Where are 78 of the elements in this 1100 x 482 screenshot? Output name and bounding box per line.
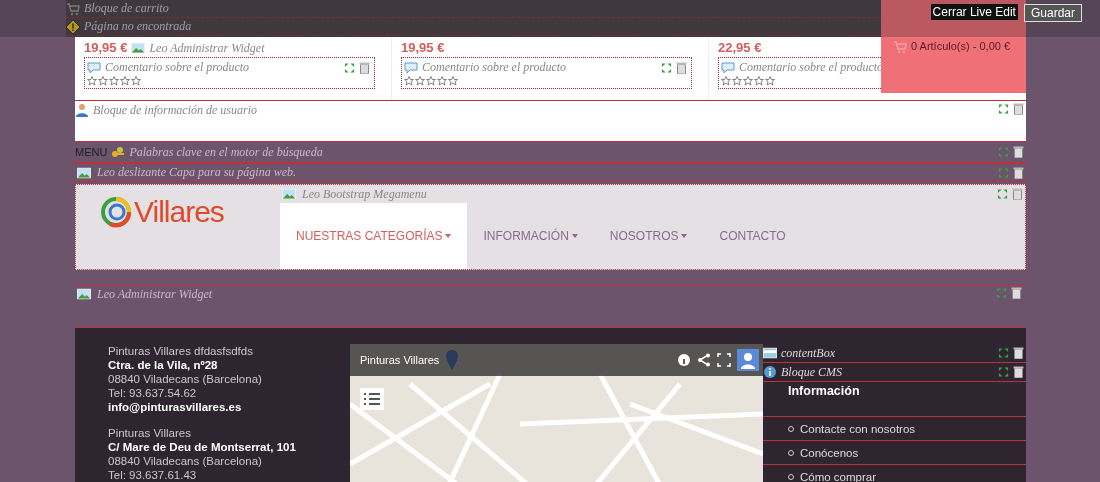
caret-icon	[681, 234, 688, 238]
address-line: 08840 Viladecans (Barcelona)	[108, 454, 263, 468]
trash-icon[interactable]	[1013, 146, 1024, 158]
speech-bubble-icon	[404, 60, 418, 75]
picture-icon	[77, 165, 91, 180]
move-icon[interactable]	[996, 287, 1007, 299]
move-icon[interactable]	[998, 366, 1009, 378]
save-button[interactable]: Guardar	[1023, 4, 1082, 22]
trash-icon[interactable]	[1011, 287, 1022, 299]
info-icon	[763, 365, 777, 379]
product-price: 19,95 €	[401, 40, 445, 55]
cart-icon	[66, 1, 80, 16]
module-label: Comentario sobre el producto	[422, 60, 567, 75]
map-drawing[interactable]: Pinturas Villares	[350, 344, 763, 482]
move-icon[interactable]	[998, 103, 1009, 115]
nav-item[interactable]: NOSOTROS	[593, 203, 704, 269]
footer-link[interactable]: Conócenos	[763, 441, 1026, 465]
info-icon[interactable]	[677, 353, 691, 367]
cart-icon	[893, 40, 907, 54]
module-label: Comentario sobre el producto	[739, 60, 884, 75]
footer-link[interactable]: Contacte con nosotros	[763, 417, 1026, 441]
product-price: 22,95 €	[718, 40, 762, 55]
address-line: Tel: 93.637.61.43	[108, 468, 198, 482]
nav-item[interactable]: CONTACTO	[703, 203, 802, 269]
module-label: Bloque de información de usuario	[93, 103, 257, 118]
module-label: Bloque CMS	[781, 364, 842, 380]
move-icon[interactable]	[998, 146, 1009, 158]
move-icon[interactable]	[998, 347, 1009, 359]
move-icon[interactable]	[998, 166, 1009, 179]
list-button[interactable]	[360, 388, 384, 410]
address-line: C/ Mare de Deu de Montserrat, 101	[108, 440, 297, 454]
caret-icon	[571, 234, 578, 238]
picture-icon	[131, 41, 146, 55]
close-live-edit-button[interactable]: Cerrar Live Edit	[930, 4, 1018, 20]
cart-summary: 0 Artículo(s) - 0,00 €	[911, 40, 1011, 52]
speech-bubble-icon	[87, 60, 101, 75]
module-label: Leo Administrar Widget	[97, 287, 213, 302]
fullscreen-icon[interactable]	[717, 353, 731, 367]
address-line: Ctra. de la Vila, nº28	[108, 358, 219, 372]
panel-icon	[763, 346, 777, 360]
section-heading: Información	[788, 384, 860, 398]
module-label: Leo Bootstrap Megamenu	[302, 186, 427, 202]
menu-label: MENU	[75, 146, 108, 158]
nav-item[interactable]: INFORMACIÓN	[467, 203, 594, 269]
move-icon[interactable]	[344, 61, 355, 74]
caret-icon	[445, 234, 452, 238]
address-line: Pinturas Villares	[108, 426, 192, 440]
user-icon	[75, 103, 89, 117]
keys-icon	[111, 145, 126, 159]
module-label: contentBox	[781, 345, 835, 361]
nav-item[interactable]: NUESTRAS CATEGORÍAS	[280, 203, 468, 269]
address-line: 08840 Viladecans (Barcelona)	[108, 372, 263, 386]
map-pin-icon	[445, 350, 460, 370]
trash-icon[interactable]	[1013, 347, 1024, 359]
trash-icon[interactable]	[1013, 366, 1024, 378]
module-label: Comentario sobre el producto	[105, 60, 250, 75]
module-label: Palabras clave en el motor de búsqueda	[129, 144, 323, 160]
share-icon[interactable]	[697, 353, 711, 367]
product-price: 19,95 €	[84, 40, 128, 55]
footer-link[interactable]: Cómo comprar	[763, 465, 1026, 482]
move-icon[interactable]	[661, 61, 672, 74]
module-label: Bloque de carrito	[84, 1, 169, 16]
speech-bubble-icon	[721, 60, 735, 75]
map-title: Pinturas Villares	[360, 354, 440, 366]
warning-icon	[66, 19, 80, 34]
address-line: Tel: 93.637.54.62	[108, 386, 198, 400]
picture-icon	[282, 187, 296, 201]
list-icon	[363, 391, 381, 407]
module-label: Página no encontrada	[84, 19, 192, 34]
trash-icon[interactable]	[1013, 166, 1024, 179]
module-label: Leo Administrar Widget	[149, 40, 265, 56]
move-icon[interactable]	[997, 188, 1008, 200]
address-line: Pinturas Villares dfdasfsdfds	[108, 344, 254, 358]
module-label: Leo deslizante Capa para su página web.	[97, 165, 296, 180]
logo-text: Villares	[134, 195, 224, 229]
address-line: info@pinturasvillares.es	[108, 400, 243, 414]
logo-rings-icon	[100, 196, 132, 228]
picture-icon	[77, 287, 91, 301]
